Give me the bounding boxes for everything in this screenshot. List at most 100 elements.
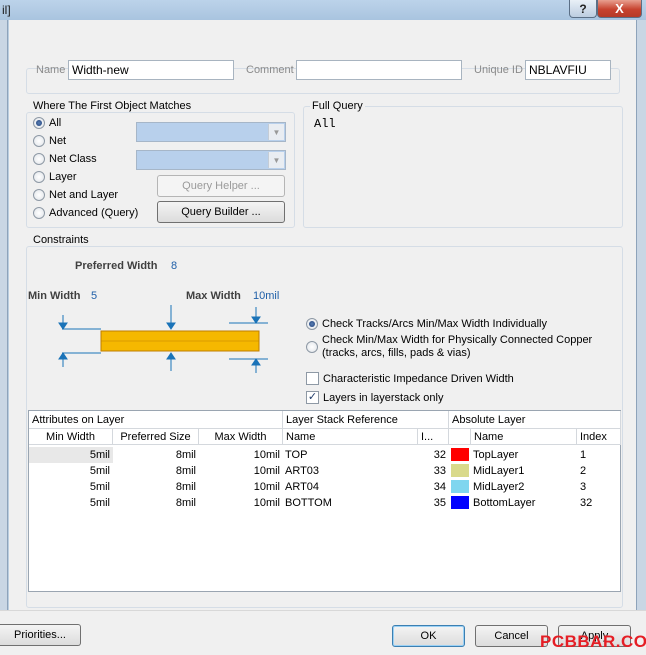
impedance-driven-checkbox-box: [306, 372, 319, 385]
check-connected-copper-radio[interactable]: Check Min/Max Width for Physically Conne…: [306, 334, 592, 360]
layer-name-cell: MidLayer1: [473, 465, 525, 477]
max-width-cell[interactable]: 10mil: [199, 463, 283, 479]
ref-index-cell: 32: [433, 449, 446, 461]
column-header-ref-index[interactable]: I...: [418, 429, 449, 445]
group-header-layer-stack: Layer Stack Reference: [283, 411, 449, 429]
ref-index-cell: 34: [433, 481, 446, 493]
column-header-layer-name[interactable]: Name: [471, 429, 577, 445]
column-header-max-width[interactable]: Max Width: [199, 429, 283, 445]
ok-button[interactable]: OK: [392, 625, 465, 647]
radio-net-class-indicator: [33, 153, 45, 165]
min-width-value[interactable]: 5: [91, 290, 97, 302]
preferred-size-cell[interactable]: 8mil: [113, 447, 199, 463]
max-width-cell[interactable]: 10mil: [199, 479, 283, 495]
layer-name-cell: MidLayer2: [473, 481, 525, 493]
max-width-value[interactable]: 10mil: [253, 290, 279, 302]
checkmark-icon: ✓: [306, 391, 319, 404]
cancel-button[interactable]: Cancel: [475, 625, 548, 647]
watermark-text: PCBBAR.COM: [540, 632, 646, 651]
ref-index-cell: 33: [433, 465, 446, 477]
max-width-cell[interactable]: 10mil: [199, 495, 283, 511]
layer-color-swatch: [451, 480, 469, 493]
query-helper-button[interactable]: Query Helper ...: [157, 175, 285, 197]
unique-id-label: Unique ID: [474, 64, 523, 76]
layers-in-layerstack-checkbox[interactable]: ✓ Layers in layerstack only: [306, 391, 443, 404]
preferred-size-cell[interactable]: 8mil: [113, 463, 199, 479]
layer-color-swatch: [451, 496, 469, 509]
track-width-diagram: [58, 305, 268, 373]
help-button[interactable]: ?: [569, 0, 597, 18]
radio-net-and-layer-label: Net and Layer: [49, 189, 119, 201]
radio-layer-indicator: [33, 171, 45, 183]
layer-color-swatch: [451, 448, 469, 461]
max-width-cell[interactable]: 10mil: [199, 447, 283, 463]
query-builder-button[interactable]: Query Builder ...: [157, 201, 285, 223]
radio-net-and-layer[interactable]: Net and Layer: [33, 189, 118, 201]
comment-field[interactable]: [296, 60, 462, 80]
match-group-title: Where The First Object Matches: [31, 100, 194, 112]
column-header-min-width[interactable]: Min Width: [29, 429, 113, 445]
radio-all[interactable]: All: [33, 117, 61, 129]
group-header-attributes: Attributes on Layer: [29, 411, 283, 429]
layer-index-cell: 2: [580, 465, 587, 477]
full-query-text: All: [314, 117, 336, 131]
impedance-driven-checkbox[interactable]: Characteristic Impedance Driven Width: [306, 372, 514, 385]
preferred-width-value[interactable]: 8: [171, 260, 177, 272]
radio-layer[interactable]: Layer: [33, 171, 77, 183]
min-width-cell[interactable]: 5mil: [29, 463, 113, 479]
column-header-color[interactable]: [449, 429, 471, 445]
preferred-width-label: Preferred Width: [75, 260, 158, 272]
preferred-size-cell[interactable]: 8mil: [113, 479, 199, 495]
column-header-preferred-size[interactable]: Preferred Size: [113, 429, 199, 445]
table-row[interactable]: 5mil 8mil 10mil ART04 34 MidLayer2 3: [29, 479, 621, 495]
min-width-cell[interactable]: 5mil: [29, 495, 113, 511]
radio-advanced-query-label: Advanced (Query): [49, 207, 139, 219]
check-connected-copper-sublabel: (tracks, arcs, fills, pads & vias): [322, 347, 471, 359]
radio-net-and-layer-indicator: [33, 189, 45, 201]
constraints-title: Constraints: [31, 234, 91, 246]
net-class-combobox[interactable]: ▼: [136, 150, 286, 170]
table-row[interactable]: 5mil 8mil 10mil BOTTOM 35 BottomLayer 32: [29, 495, 621, 511]
unique-id-field[interactable]: NBLAVFIU: [525, 60, 611, 80]
impedance-driven-label: Characteristic Impedance Driven Width: [323, 372, 514, 385]
comment-label: Comment: [246, 64, 294, 76]
radio-layer-label: Layer: [49, 171, 77, 183]
min-width-cell[interactable]: 5mil: [29, 479, 113, 495]
full-query-title: Full Query: [310, 100, 365, 112]
radio-net-class[interactable]: Net Class: [33, 153, 97, 165]
min-width-cell[interactable]: 5mil: [29, 447, 113, 463]
dialog-footer: Priorities... OK Cancel Apply PCBBAR.COM: [0, 610, 646, 655]
net-combobox[interactable]: ▼: [136, 122, 286, 142]
layer-color-swatch: [451, 464, 469, 477]
ref-name-cell: ART04: [285, 481, 320, 493]
layer-width-table[interactable]: Attributes on Layer Layer Stack Referenc…: [28, 410, 621, 592]
layer-index-cell: 3: [580, 481, 587, 493]
check-individually-radio[interactable]: Check Tracks/Arcs Min/Max Width Individu…: [306, 318, 547, 330]
check-individually-label: Check Tracks/Arcs Min/Max Width Individu…: [322, 318, 547, 330]
radio-net-indicator: [33, 135, 45, 147]
chevron-down-icon: ▼: [268, 124, 284, 140]
radio-advanced-query[interactable]: Advanced (Query): [33, 207, 138, 219]
ref-index-cell: 35: [433, 497, 446, 509]
check-connected-copper-indicator: [306, 341, 318, 353]
radio-net[interactable]: Net: [33, 135, 66, 147]
check-individually-indicator: [306, 318, 318, 330]
table-row[interactable]: 5mil 8mil 10mil TOP 32 TopLayer 1: [29, 447, 621, 463]
radio-all-label: All: [49, 117, 62, 129]
radio-advanced-query-indicator: [33, 207, 45, 219]
table-row[interactable]: 5mil 8mil 10mil ART03 33 MidLayer1 2: [29, 463, 621, 479]
ref-name-cell: ART03: [285, 465, 320, 477]
layer-name-cell: BottomLayer: [473, 497, 536, 509]
layer-name-cell: TopLayer: [473, 449, 519, 461]
close-button[interactable]: X: [597, 0, 642, 18]
check-connected-copper-label: Check Min/Max Width for Physically Conne…: [322, 334, 593, 346]
name-field[interactable]: Width-new: [68, 60, 234, 80]
max-width-label: Max Width: [186, 290, 241, 302]
window-right-edge: [636, 20, 646, 610]
column-header-index[interactable]: Index: [577, 429, 621, 445]
priorities-button[interactable]: Priorities...: [0, 624, 81, 646]
column-header-ref-name[interactable]: Name: [283, 429, 418, 445]
radio-all-indicator: [33, 117, 45, 129]
radio-net-class-label: Net Class: [49, 153, 97, 165]
preferred-size-cell[interactable]: 8mil: [113, 495, 199, 511]
